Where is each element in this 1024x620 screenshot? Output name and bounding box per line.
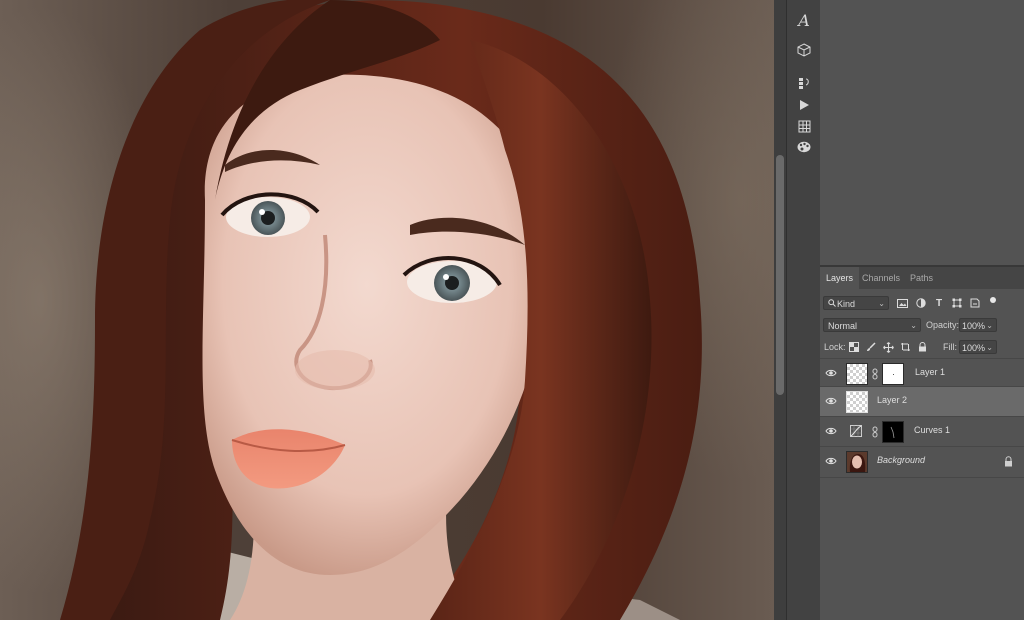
timeline-icon[interactable] (792, 73, 816, 93)
chevron-down-icon: ⌄ (878, 299, 885, 308)
visibility-eye-icon[interactable] (825, 368, 839, 380)
lock-all-icon[interactable] (916, 341, 928, 353)
curves-adjustment-icon[interactable] (850, 425, 862, 437)
filter-pixel-icon[interactable] (896, 297, 908, 309)
layer-name: Background (877, 455, 926, 465)
filter-row: Kind ⌄ T (820, 296, 1024, 312)
chevron-down-icon: ⌄ (910, 321, 917, 330)
fill-field[interactable]: 100% ⌄ (959, 340, 997, 354)
fill-value: 100% (962, 343, 986, 353)
filter-smart-object-icon[interactable] (969, 297, 981, 309)
filter-toggle-icon[interactable] (987, 294, 999, 306)
layer-row-layer-2[interactable]: Layer 2 (820, 386, 1024, 417)
filter-kind-dropdown[interactable]: Kind ⌄ (823, 296, 889, 310)
visibility-eye-icon[interactable] (825, 456, 839, 468)
scrollbar-thumb[interactable] (776, 155, 784, 395)
opacity-value: 100% (962, 321, 986, 331)
layer-row-curves-1[interactable]: Curves 1 (820, 416, 1024, 447)
lock-label: Lock: (824, 342, 846, 352)
link-chain-icon[interactable] (872, 426, 878, 438)
fill-label: Fill: (943, 342, 957, 352)
visibility-eye-icon[interactable] (825, 396, 839, 408)
tab-paths[interactable]: Paths (904, 267, 939, 289)
lock-artboard-icon[interactable] (899, 341, 911, 353)
link-chain-icon[interactable] (872, 368, 878, 380)
play-icon[interactable] (792, 95, 816, 115)
lock-position-icon[interactable] (882, 341, 894, 353)
3d-cube-icon[interactable] (792, 40, 816, 60)
blend-mode-value: Normal (828, 321, 858, 331)
blend-mode-dropdown[interactable]: Normal ⌄ (823, 318, 921, 332)
layer-thumbnail[interactable] (846, 391, 868, 413)
layer-name: Curves 1 (914, 425, 951, 435)
chevron-down-icon: ⌄ (986, 343, 993, 352)
layer-thumbnail[interactable] (846, 451, 868, 473)
layer-mask-thumbnail[interactable] (882, 363, 904, 385)
opacity-field[interactable]: 100% ⌄ (959, 318, 997, 332)
lock-image-pixels-icon[interactable] (865, 341, 877, 353)
layers-panel: Layers Channels Paths Kind ⌄ T Normal ⌄ … (820, 0, 1024, 620)
tab-channels[interactable]: Channels (856, 267, 906, 289)
tab-layers[interactable]: Layers (820, 267, 860, 289)
filter-kind-value: Kind (837, 299, 856, 309)
panel-icon-strip: A (786, 0, 821, 620)
filter-shape-icon[interactable] (951, 297, 963, 309)
palette-icon[interactable] (792, 137, 816, 157)
opacity-label: Opacity: (926, 320, 960, 330)
lock-row: Lock: Fill: 100% ⌄ (820, 340, 1024, 356)
layer-name: Layer 1 (915, 367, 946, 377)
filter-type-icon[interactable]: T (933, 297, 945, 309)
lock-transparent-pixels-icon[interactable] (848, 341, 860, 353)
layer-name: Layer 2 (877, 395, 908, 405)
panel-tabs: Layers Channels Paths (820, 267, 1024, 289)
filter-adjustment-icon[interactable] (915, 297, 927, 309)
chevron-down-icon: ⌄ (986, 321, 993, 330)
search-icon (828, 297, 837, 311)
visibility-eye-icon[interactable] (825, 426, 839, 438)
document-canvas[interactable] (0, 0, 774, 620)
blend-row: Normal ⌄ Opacity: 100% ⌄ (820, 318, 1024, 334)
layer-thumbnail[interactable] (846, 363, 868, 385)
canvas-vertical-scrollbar[interactable] (774, 0, 786, 620)
lock-icon (1004, 456, 1013, 467)
layer-row-layer-1[interactable]: Layer 1 (820, 358, 1024, 389)
grid-icon[interactable] (792, 116, 816, 136)
layer-row-background[interactable]: Background (820, 446, 1024, 478)
glyph-icon[interactable]: A (792, 10, 816, 30)
layer-mask-thumbnail[interactable] (882, 421, 904, 443)
portrait-photo (60, 0, 702, 620)
upper-panel-area (820, 0, 1024, 267)
